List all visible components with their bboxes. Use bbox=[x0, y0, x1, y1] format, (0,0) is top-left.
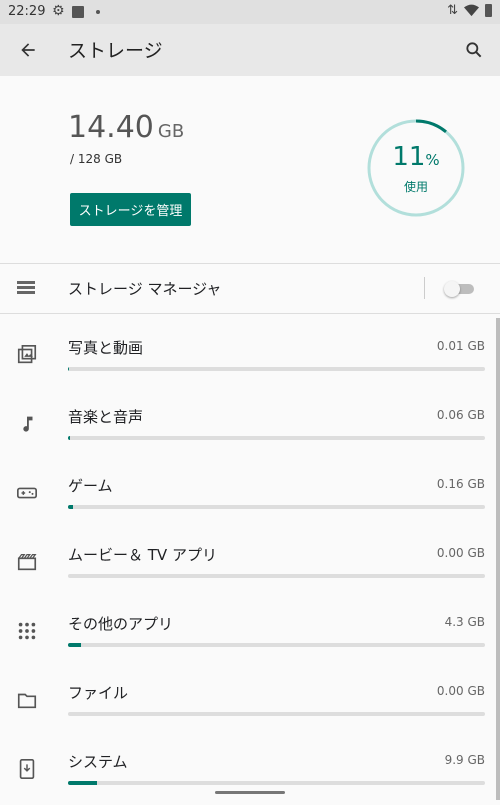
system-update-icon bbox=[16, 758, 38, 780]
category-music-audio[interactable]: 音楽と音声 0.06 GB bbox=[0, 391, 500, 460]
category-label: 音楽と音声 bbox=[68, 406, 143, 427]
category-usage-bar bbox=[68, 367, 485, 371]
gesture-nav-handle[interactable] bbox=[215, 791, 285, 794]
search-button[interactable] bbox=[458, 34, 490, 66]
usage-percent: 11% bbox=[366, 142, 466, 172]
back-button[interactable] bbox=[12, 34, 44, 66]
status-icons: ⇅ bbox=[447, 3, 492, 18]
category-size: 0.16 GB bbox=[437, 477, 485, 491]
battery-icon bbox=[485, 4, 492, 17]
category-size: 0.00 GB bbox=[437, 684, 485, 698]
category-files[interactable]: ファイル 0.00 GB bbox=[0, 667, 500, 736]
category-size: 0.01 GB bbox=[437, 339, 485, 353]
status-time: 22:29 bbox=[8, 4, 45, 19]
used-storage: 14.40GB bbox=[68, 110, 184, 145]
storage-manager-toggle[interactable] bbox=[444, 281, 474, 297]
movie-icon bbox=[16, 551, 38, 573]
settings-gear-icon: ⚙ bbox=[52, 3, 65, 19]
page-title: ストレージ bbox=[68, 36, 163, 63]
status-bar: 22:29 ⚙ ⇅ bbox=[0, 0, 500, 24]
category-size: 0.00 GB bbox=[437, 546, 485, 560]
notification-square-icon bbox=[72, 6, 84, 18]
toggle-thumb bbox=[444, 281, 460, 297]
gamepad-icon bbox=[16, 482, 38, 504]
category-photos-videos[interactable]: 写真と動画 0.01 GB bbox=[0, 322, 500, 391]
category-label: ファイル bbox=[68, 682, 128, 703]
usage-label: 使用 bbox=[366, 178, 466, 195]
divider bbox=[0, 313, 500, 314]
apps-grid-icon bbox=[16, 620, 38, 642]
category-usage-fill bbox=[68, 781, 97, 785]
category-usage-fill bbox=[68, 643, 81, 647]
category-label: ムービー＆ TV アプリ bbox=[68, 544, 217, 565]
category-usage-fill bbox=[68, 436, 70, 440]
category-size: 9.9 GB bbox=[445, 753, 485, 767]
category-size: 4.3 GB bbox=[445, 615, 485, 629]
category-label: 写真と動画 bbox=[68, 337, 143, 358]
category-size: 0.06 GB bbox=[437, 408, 485, 422]
category-label: システム bbox=[68, 751, 128, 772]
category-label: その他のアプリ bbox=[68, 613, 173, 634]
category-usage-bar bbox=[68, 781, 485, 785]
manage-storage-button[interactable]: ストレージを管理 bbox=[70, 193, 191, 226]
category-games[interactable]: ゲーム 0.16 GB bbox=[0, 460, 500, 529]
data-arrows-icon: ⇅ bbox=[447, 3, 458, 18]
category-usage-bar bbox=[68, 574, 485, 578]
category-label: ゲーム bbox=[68, 475, 113, 496]
music-note-icon bbox=[16, 413, 38, 435]
category-system[interactable]: システム 9.9 GB bbox=[0, 736, 500, 805]
scrollbar[interactable] bbox=[496, 318, 500, 800]
back-arrow-icon bbox=[18, 40, 38, 60]
category-usage-bar bbox=[68, 643, 485, 647]
storage-manager-label: ストレージ マネージャ bbox=[68, 278, 221, 299]
search-icon bbox=[464, 40, 484, 60]
storage-list-icon bbox=[17, 281, 35, 296]
used-value: 14.40 bbox=[68, 110, 154, 145]
used-unit: GB bbox=[158, 121, 184, 142]
usage-percent-value: 11 bbox=[392, 142, 425, 172]
category-usage-bar bbox=[68, 712, 485, 716]
divider bbox=[424, 277, 425, 299]
wifi-icon bbox=[464, 4, 479, 17]
notification-dot-icon bbox=[96, 10, 100, 14]
category-other-apps[interactable]: その他のアプリ 4.3 GB bbox=[0, 598, 500, 667]
total-storage: / 128 GB bbox=[70, 152, 122, 166]
usage-percent-sign: % bbox=[425, 151, 439, 169]
folder-icon bbox=[16, 689, 38, 711]
storage-manager-row[interactable]: ストレージ マネージャ bbox=[0, 264, 500, 313]
category-movies-tv[interactable]: ムービー＆ TV アプリ 0.00 GB bbox=[0, 529, 500, 598]
category-usage-fill bbox=[68, 505, 73, 509]
photo-icon bbox=[16, 344, 38, 366]
app-bar: ストレージ bbox=[0, 24, 500, 76]
category-usage-bar bbox=[68, 505, 485, 509]
category-usage-bar bbox=[68, 436, 485, 440]
